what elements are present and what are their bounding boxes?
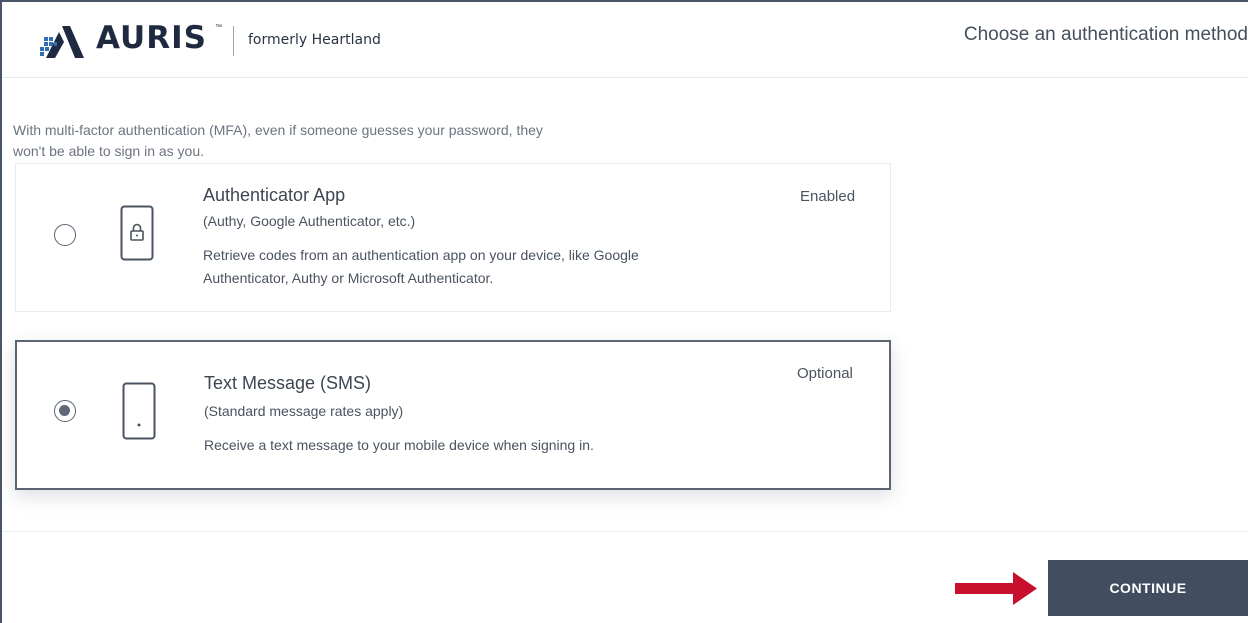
method-subtitle: (Authy, Google Authenticator, etc.): [203, 213, 416, 229]
method-status-badge: Enabled: [800, 188, 856, 205]
page-title: Choose an authentication method: [963, 24, 1248, 45]
auris-logo-mark-icon: [40, 26, 84, 58]
red-arrow-icon: [955, 572, 1037, 605]
method-description: Receive a text message to your mobile de…: [204, 437, 594, 453]
header-bar: AURIS ™ formerly Heartland Choose an aut…: [2, 2, 1248, 78]
method-option-text-message[interactable]: Text Message (SMS) (Standard message rat…: [15, 340, 891, 490]
mobile-phone-icon: [122, 382, 156, 440]
brand-logo: AURIS ™ formerly Heartland: [10, 4, 406, 74]
continue-button[interactable]: CONTINUE: [1048, 560, 1248, 616]
method-description: Retrieve codes from an authentication ap…: [203, 247, 639, 286]
brand-formerly-text: formerly Heartland: [248, 32, 381, 48]
brand-trademark: ™: [215, 24, 222, 31]
logo-divider: [233, 26, 234, 56]
method-title: Authenticator App: [203, 185, 346, 205]
brand-name: AURIS: [96, 20, 207, 56]
radio-selected-dot: [59, 405, 70, 416]
authenticator-app-radio[interactable]: [54, 224, 76, 246]
method-status-badge: Optional: [797, 365, 853, 382]
method-subtitle: (Standard message rates apply): [204, 403, 404, 419]
phone-lock-icon: [120, 205, 154, 261]
text-message-radio[interactable]: [54, 400, 76, 422]
mfa-intro-text: With multi-factor authentication (MFA), …: [13, 122, 543, 159]
method-title: Text Message (SMS): [204, 373, 372, 393]
footer-divider: [2, 531, 1248, 532]
method-option-authenticator-app[interactable]: Authenticator App (Authy, Google Authent…: [15, 163, 891, 312]
